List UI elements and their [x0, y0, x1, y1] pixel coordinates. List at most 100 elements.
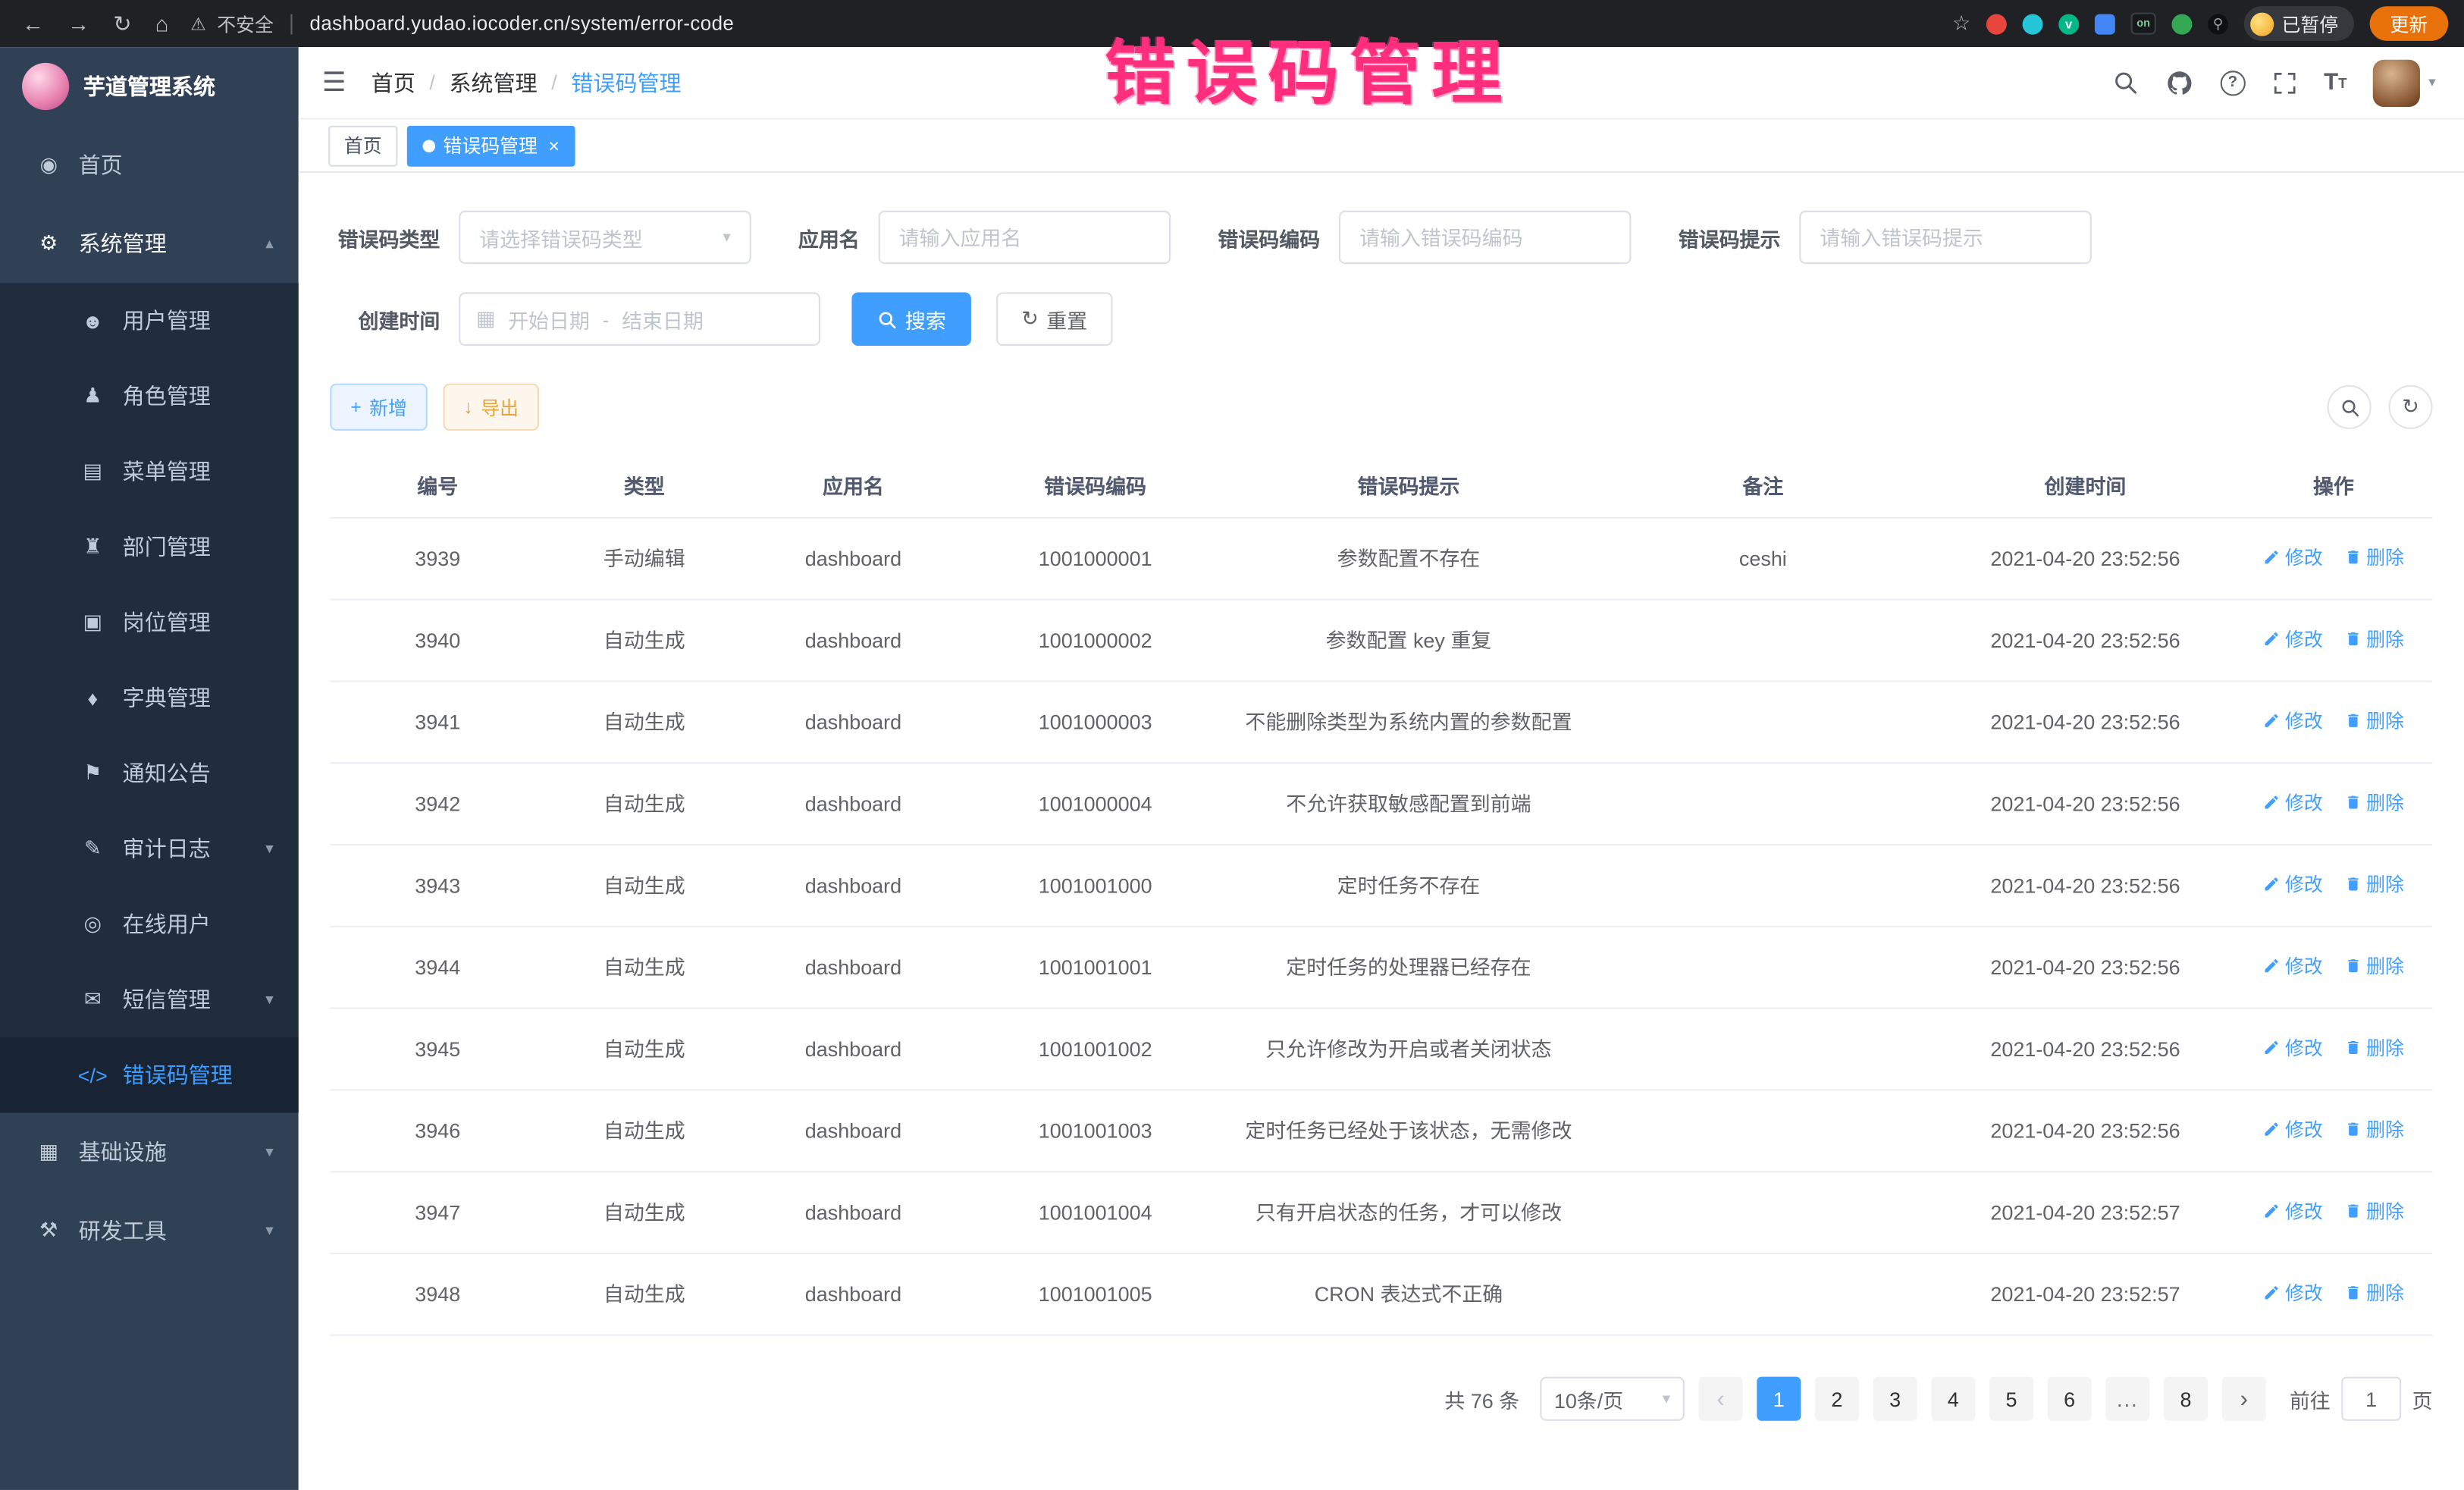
- add-button[interactable]: + 新增: [330, 384, 428, 431]
- refresh-button[interactable]: ↻: [2389, 385, 2433, 429]
- delete-link[interactable]: 删除: [2344, 788, 2404, 816]
- audit-icon: ✎: [75, 836, 110, 861]
- extension-icon-on-badge[interactable]: on: [2131, 13, 2156, 35]
- page-button-2[interactable]: 2: [1815, 1377, 1859, 1421]
- sidebar-item-error-code[interactable]: </> 错误码管理: [0, 1037, 299, 1112]
- delete-link[interactable]: 删除: [2344, 870, 2404, 898]
- delete-link[interactable]: 删除: [2344, 1034, 2404, 1062]
- prev-page-button[interactable]: ‹: [1699, 1377, 1743, 1421]
- sidebar-item-dict-management[interactable]: ♦ 字典管理: [0, 660, 299, 736]
- breadcrumb-current: 错误码管理: [571, 67, 681, 98]
- filter-label-message: 错误码提示: [1679, 222, 1781, 252]
- cell-app: dashboard: [743, 780, 963, 829]
- cell-id: 3939: [330, 534, 545, 583]
- user-menu[interactable]: ▾: [2374, 59, 2436, 106]
- sidebar-item-system[interactable]: ⚙ 系统管理 ▴: [0, 204, 299, 283]
- tab-首页[interactable]: 首页: [328, 125, 397, 166]
- extensions-pin-icon[interactable]: ⚲: [2208, 14, 2228, 34]
- bookmark-star-icon[interactable]: ☆: [1952, 11, 1970, 36]
- cell-message: 不允许获取敏感配置到前端: [1227, 780, 1590, 829]
- security-label: 不安全: [217, 10, 274, 36]
- goto-page-input[interactable]: [2341, 1377, 2401, 1421]
- sidebar-item-user-management[interactable]: ☻ 用户管理: [0, 283, 299, 358]
- reset-button[interactable]: ↻ 重置: [996, 293, 1112, 346]
- delete-link[interactable]: 删除: [2344, 1278, 2404, 1306]
- hamburger-icon[interactable]: ☰: [322, 67, 346, 98]
- sidebar-item-role-management[interactable]: ♟ 角色管理: [0, 359, 299, 434]
- delete-link[interactable]: 删除: [2344, 707, 2404, 735]
- profile-paused-badge[interactable]: 已暂停: [2244, 6, 2354, 41]
- breadcrumb-system[interactable]: 系统管理: [450, 67, 538, 98]
- page-button-4[interactable]: 4: [1931, 1377, 1975, 1421]
- forward-icon[interactable]: →: [67, 11, 89, 36]
- edit-link[interactable]: 修改: [2263, 1278, 2323, 1306]
- edit-link[interactable]: 修改: [2263, 1115, 2323, 1143]
- edit-link[interactable]: 修改: [2263, 952, 2323, 980]
- avatar[interactable]: [2374, 59, 2421, 106]
- sidebar-item-post-management[interactable]: ▣ 岗位管理: [0, 585, 299, 660]
- page-button-5[interactable]: 5: [1989, 1377, 2033, 1421]
- extension-icon-green[interactable]: [2171, 14, 2192, 34]
- app-name-input[interactable]: [879, 211, 1171, 264]
- sidebar-item-audit-log[interactable]: ✎ 审计日志 ▾: [0, 811, 299, 886]
- error-code-input[interactable]: [1339, 211, 1632, 264]
- edit-icon: [2263, 1039, 2281, 1056]
- sidebar-item-online-user[interactable]: ◎ 在线用户: [0, 886, 299, 961]
- address-bar[interactable]: ⚠ 不安全 dashboard.yudao.iocoder.cn/system/…: [190, 10, 1952, 36]
- delete-link[interactable]: 删除: [2344, 625, 2404, 653]
- edit-link[interactable]: 修改: [2263, 1034, 2323, 1062]
- cell-type: 自动生成: [545, 1024, 743, 1074]
- tab-错误码管理[interactable]: 错误码管理 ×: [407, 125, 575, 166]
- edit-link[interactable]: 修改: [2263, 625, 2323, 653]
- edit-link[interactable]: 修改: [2263, 870, 2323, 898]
- search-button[interactable]: 搜索: [851, 293, 971, 346]
- sidebar-item-dept-management[interactable]: ♜ 部门管理: [0, 510, 299, 585]
- page-button-6[interactable]: 6: [2048, 1377, 2092, 1421]
- more-pages-button[interactable]: ...: [2105, 1377, 2149, 1421]
- fullscreen-icon[interactable]: [2272, 70, 2297, 95]
- sidebar-item-sms-management[interactable]: ✉ 短信管理 ▾: [0, 961, 299, 1037]
- next-page-button[interactable]: ›: [2222, 1377, 2266, 1421]
- extension-icon-blue[interactable]: [2095, 14, 2115, 34]
- sidebar-item-home[interactable]: ◉ 首页: [0, 126, 299, 205]
- edit-link[interactable]: 修改: [2263, 707, 2323, 735]
- column-header-type: 类型: [545, 462, 743, 511]
- tab-close-icon[interactable]: ×: [548, 134, 560, 156]
- toggle-search-button[interactable]: [2328, 385, 2372, 429]
- delete-link[interactable]: 删除: [2344, 1115, 2404, 1143]
- dept-icon: ♜: [75, 535, 110, 560]
- extension-icon-teal[interactable]: [2023, 14, 2043, 34]
- page-size-select[interactable]: 10条/页 ▾: [1540, 1377, 1685, 1421]
- font-size-icon[interactable]: TT: [2324, 69, 2346, 96]
- edit-link[interactable]: 修改: [2263, 543, 2323, 571]
- page-button-1[interactable]: 1: [1757, 1377, 1801, 1421]
- extension-icon-red[interactable]: [1986, 14, 2007, 34]
- delete-link[interactable]: 删除: [2344, 1197, 2404, 1225]
- page-button-3[interactable]: 3: [1873, 1377, 1917, 1421]
- edit-link[interactable]: 修改: [2263, 788, 2323, 816]
- cell-message: 不能删除类型为系统内置的参数配置: [1227, 698, 1590, 747]
- github-icon[interactable]: [2165, 68, 2193, 96]
- extension-icon-v[interactable]: v: [2058, 14, 2079, 34]
- cell-create-time: 2021-04-20 23:52:56: [1936, 780, 2235, 829]
- home-icon[interactable]: ⌂: [155, 11, 169, 36]
- sidebar-item-notice[interactable]: ⚑ 通知公告: [0, 736, 299, 811]
- url-text[interactable]: dashboard.yudao.iocoder.cn/system/error-…: [310, 13, 735, 35]
- browser-update-button[interactable]: 更新: [2370, 6, 2449, 41]
- sidebar-item-infrastructure[interactable]: ▦ 基础设施 ▾: [0, 1112, 299, 1191]
- sidebar-item-menu-management[interactable]: ▤ 菜单管理: [0, 434, 299, 509]
- date-range-picker[interactable]: ▦ 开始日期 - 结束日期: [459, 293, 820, 346]
- delete-link[interactable]: 删除: [2344, 543, 2404, 571]
- help-icon[interactable]: ?: [2220, 70, 2245, 95]
- export-button[interactable]: ↓ 导出: [444, 384, 539, 431]
- page-button-8[interactable]: 8: [2164, 1377, 2208, 1421]
- sidebar-item-dev-tools[interactable]: ⚒ 研发工具 ▾: [0, 1191, 299, 1270]
- reload-icon[interactable]: ↻: [113, 10, 131, 36]
- error-type-select[interactable]: 请选择错误码类型 ▾: [459, 211, 751, 264]
- delete-link[interactable]: 删除: [2344, 952, 2404, 980]
- search-icon[interactable]: [2111, 69, 2138, 96]
- back-icon[interactable]: ←: [22, 11, 44, 36]
- breadcrumb-home[interactable]: 首页: [371, 67, 415, 98]
- error-message-input[interactable]: [1799, 211, 2092, 264]
- edit-link[interactable]: 修改: [2263, 1197, 2323, 1225]
